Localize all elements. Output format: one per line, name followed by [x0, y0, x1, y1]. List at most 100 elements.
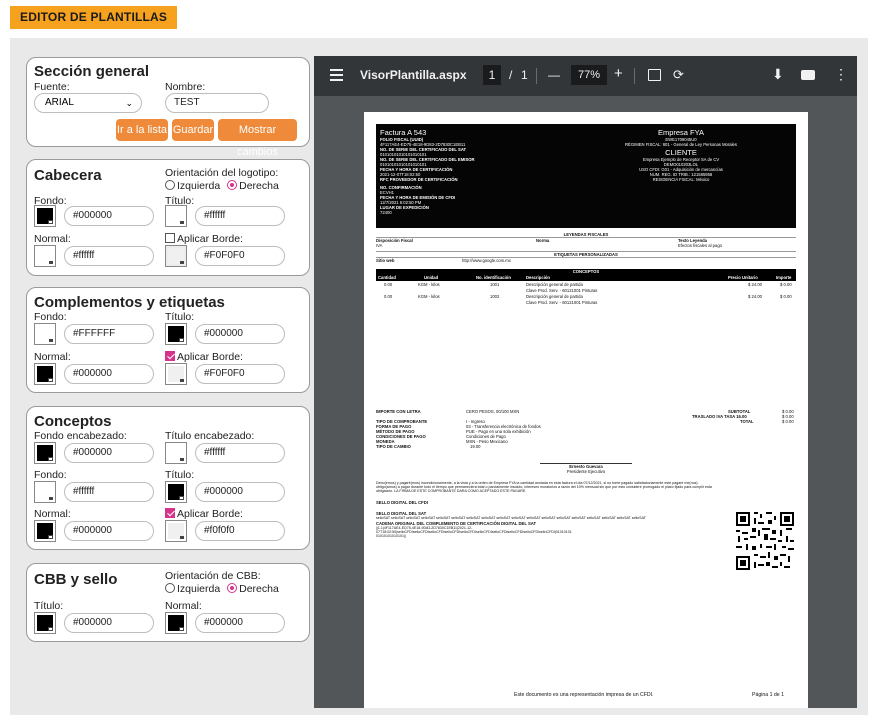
invoice-number: Factura A 543	[380, 128, 427, 137]
invoice-header-block: Factura A 543 FOLIO FISCAL (UUID) 4F117A…	[376, 124, 796, 228]
menu-icon[interactable]	[330, 69, 343, 81]
normal-color-input[interactable]: #ffffff	[64, 246, 154, 266]
logo-orientation-options: Izquierda Derecha	[165, 180, 279, 192]
cbb-orientation-label: Orientación de CBB:	[165, 570, 261, 582]
titulo-color-swatch[interactable]	[165, 481, 187, 503]
border-color-input[interactable]: #F0F0F0	[195, 364, 285, 384]
logo-right-radio[interactable]	[227, 180, 238, 190]
rotate-icon[interactable]: ⟳	[673, 67, 684, 83]
logo-orientation-label: Orientación del logotipo:	[165, 167, 279, 179]
cell-precio: $ 24.00	[748, 282, 762, 287]
fondo-encabezado-swatch[interactable]	[34, 442, 56, 464]
section-title: Complementos y etiquetas	[34, 294, 225, 311]
font-label: Fuente:	[34, 81, 70, 93]
fit-page-icon[interactable]	[648, 69, 661, 81]
page-separator: /	[509, 68, 513, 82]
leyendas-title: LEYENDAS FISCALES	[376, 232, 796, 238]
titulo-color-input[interactable]: #000000	[195, 324, 285, 344]
col-importe: Importe	[776, 275, 792, 280]
fondo-label: Fondo:	[34, 469, 67, 481]
print-icon[interactable]	[801, 70, 815, 80]
titulo-color-input[interactable]: #000000	[64, 613, 154, 633]
toolbar-divider	[634, 68, 635, 84]
apply-border-checkbox[interactable]	[165, 508, 175, 518]
normal-label: Normal:	[34, 351, 71, 363]
fondo-label: Fondo:	[34, 311, 67, 323]
col-descripcion: Descripción	[526, 275, 550, 280]
fondo-color-swatch[interactable]	[34, 205, 56, 227]
titulo-color-swatch[interactable]	[165, 323, 187, 345]
apply-border-checkbox[interactable]	[165, 351, 175, 361]
cell-id: 1001	[490, 282, 500, 287]
editor-stage: Sección general Fuente: ARIAL ⌄ Nombre: …	[10, 38, 868, 715]
titulo-color-swatch[interactable]	[165, 205, 187, 227]
border-option: Aplicar Borde:	[165, 233, 243, 245]
qr-code	[734, 510, 796, 572]
importe-letra-value: CERO PESOS, 00/100 MXN	[466, 409, 520, 414]
general-section: Sección general Fuente: ARIAL ⌄ Nombre: …	[26, 57, 310, 158]
cadena-value: ||1.1|4F117AE4-ED75-4E18-9D83-2D7830C1EB…	[376, 526, 726, 538]
border-option: Aplicar Borde:	[165, 351, 243, 363]
logo-left-radio[interactable]	[165, 180, 175, 190]
section-title: Sección general	[34, 63, 150, 80]
footer-note: Este documento es una representación imp…	[514, 692, 654, 698]
name-input[interactable]: TEST	[165, 93, 269, 113]
conceptos-section: Conceptos Fondo encabezado: #000000 Títu…	[26, 406, 310, 550]
pdf-viewer: VisorPlantilla.aspx 1 / 1 — 77% + ⟳ ⬇ ⋮ …	[314, 56, 857, 708]
zoom-out-button[interactable]: —	[548, 68, 560, 82]
titulo-color-input[interactable]: #000000	[195, 482, 285, 502]
download-icon[interactable]: ⬇	[772, 66, 784, 83]
signature-title: Presidente Ejecutivo	[566, 469, 606, 474]
border-option: Aplicar Borde:	[165, 508, 243, 520]
cbb-left-radio[interactable]	[165, 583, 175, 593]
border-color-swatch[interactable]	[165, 245, 187, 267]
cell-precio: $ 24.00	[748, 294, 762, 299]
lugar-value: 72400	[380, 210, 392, 215]
fondo-color-swatch[interactable]	[34, 481, 56, 503]
cbb-right-radio[interactable]	[227, 583, 238, 593]
save-button[interactable]: Guardar	[172, 119, 214, 141]
normal-color-swatch[interactable]	[34, 245, 56, 267]
border-color-input[interactable]: #F0F0F0	[195, 246, 285, 266]
normal-color-input[interactable]: #000000	[195, 613, 285, 633]
total-label: TOTAL	[740, 419, 754, 424]
fondo-color-swatch[interactable]	[34, 323, 56, 345]
border-label: Aplicar Borde:	[177, 351, 243, 363]
titulo-color-input[interactable]: #ffffff	[195, 206, 285, 226]
border-color-swatch[interactable]	[165, 363, 187, 385]
fondo-encabezado-input[interactable]: #000000	[64, 443, 154, 463]
border-color-input[interactable]: #f0f0f0	[195, 521, 285, 541]
cell-cantidad: 0.00	[384, 294, 393, 299]
cbb-orientation-options: Izquierda Derecha	[165, 583, 279, 595]
cell-clave: Clave Prod. Serv. - 60121001 Pinturas	[526, 300, 598, 305]
apply-border-checkbox[interactable]	[165, 233, 175, 243]
show-changes-button[interactable]: Mostrar cambios	[218, 119, 297, 158]
fondo-color-input[interactable]: #FFFFFF	[64, 324, 154, 344]
normal-color-input[interactable]: #000000	[64, 364, 154, 384]
zoom-input[interactable]: 77%	[571, 65, 607, 85]
titulo-color-swatch[interactable]	[34, 612, 56, 634]
cbb-section: CBB y sello Orientación de CBB: Izquierd…	[26, 563, 310, 642]
fondo-color-input[interactable]: #ffffff	[64, 482, 154, 502]
page-total: 1	[521, 68, 528, 82]
font-select[interactable]: ARIAL ⌄	[34, 93, 142, 113]
normal-color-input[interactable]: #000000	[64, 521, 154, 541]
more-options-icon[interactable]: ⋮	[834, 66, 848, 83]
normal-color-swatch[interactable]	[34, 520, 56, 542]
zoom-in-button[interactable]: +	[614, 65, 623, 82]
cell-id: 1002	[490, 294, 500, 299]
right-label: Derecha	[239, 180, 279, 192]
normal-color-swatch[interactable]	[165, 612, 187, 634]
left-label: Izquierda	[177, 180, 221, 192]
border-label: Aplicar Borde:	[177, 233, 243, 245]
titulo-encabezado-swatch[interactable]	[165, 442, 187, 464]
section-title: Conceptos	[34, 413, 112, 430]
go-to-list-button[interactable]: Ir a la lista	[116, 119, 168, 141]
fondo-color-input[interactable]: #000000	[64, 206, 154, 226]
sitio-label: Sitio web	[376, 258, 395, 263]
titulo-encabezado-input[interactable]: #ffffff	[195, 443, 285, 463]
border-color-swatch[interactable]	[165, 520, 187, 542]
page-number-input[interactable]: 1	[483, 65, 501, 85]
titulo-label: Título:	[165, 469, 195, 481]
normal-color-swatch[interactable]	[34, 363, 56, 385]
